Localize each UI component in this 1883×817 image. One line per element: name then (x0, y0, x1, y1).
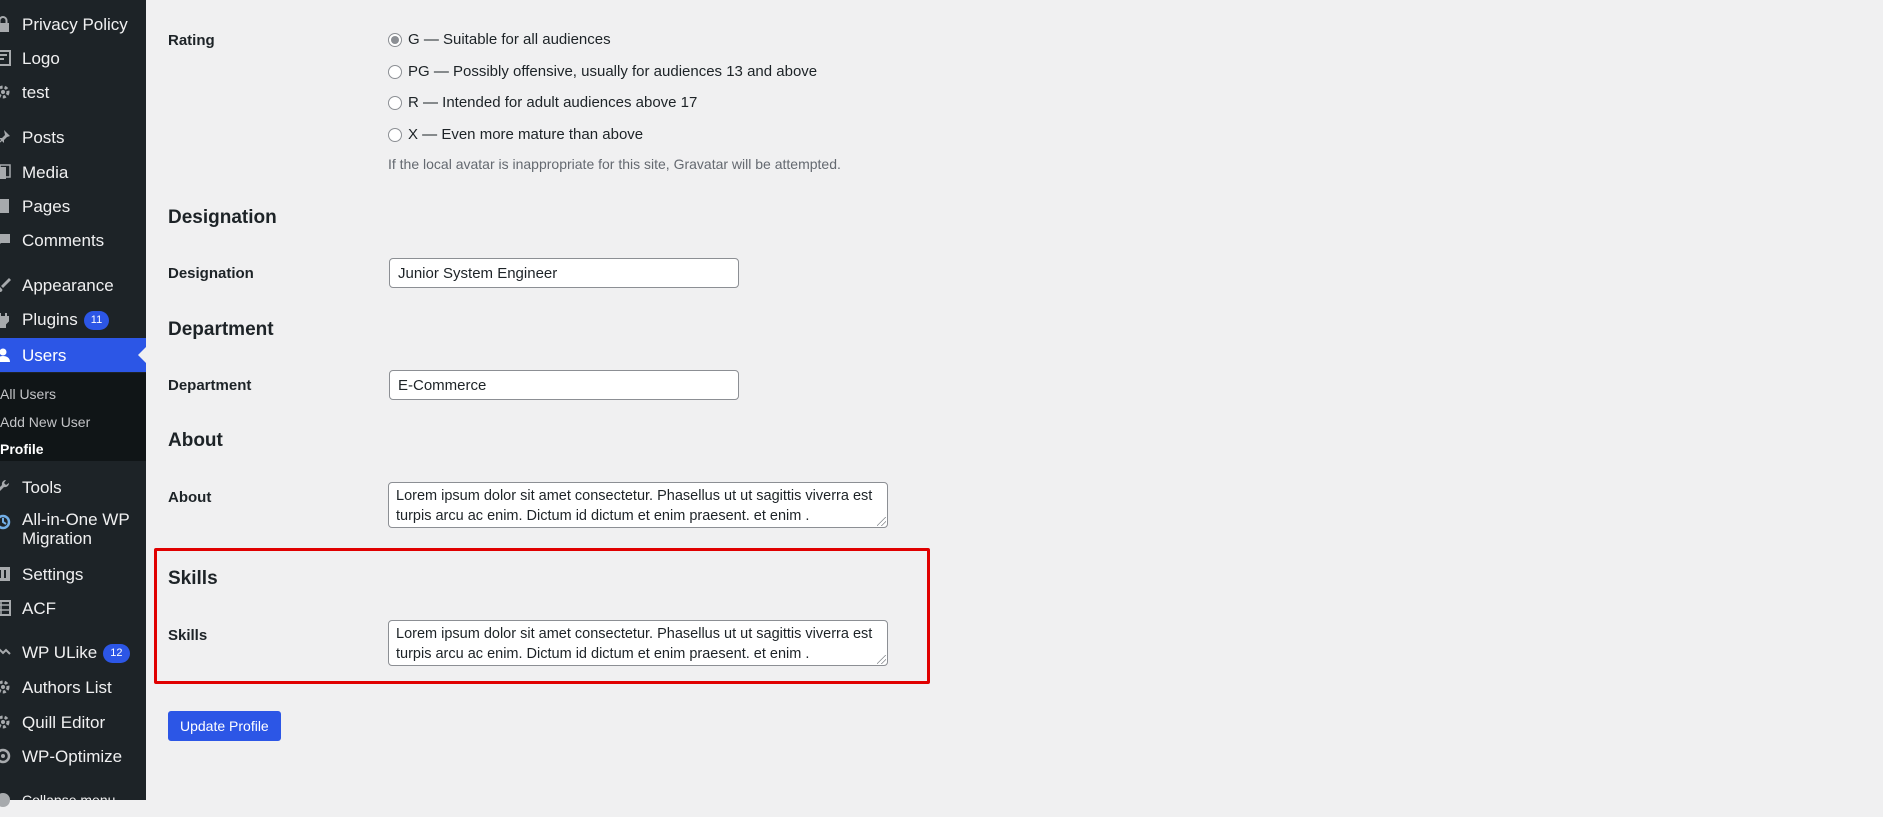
lock-icon (0, 14, 14, 34)
menu-item-comments[interactable]: Comments (0, 223, 146, 257)
plugins-label: Plugins (22, 309, 78, 329)
gear-icon (0, 712, 14, 732)
plugin-icon (0, 310, 14, 330)
radio-button[interactable] (388, 95, 402, 110)
menu-item-wp-optimize[interactable]: WP-Optimize (0, 739, 146, 773)
users-submenu: All Users Add New User Profile (0, 373, 146, 461)
rating-option-label: R — Intended for adult audiences above 1… (408, 94, 698, 111)
brush-icon (0, 275, 14, 295)
rating-description: If the local avatar is inappropriate for… (388, 156, 841, 172)
plugins-update-count-badge: 11 (83, 311, 110, 330)
designation-label: Designation (168, 265, 254, 282)
menu-item-acf[interactable]: ACF (0, 591, 146, 625)
radio-button-checked[interactable] (388, 32, 402, 47)
wp-ulike-count-badge: 12 (103, 644, 130, 663)
about-label: About (168, 489, 212, 506)
rating-option-label: PG — Possibly offensive, usually for aud… (408, 63, 818, 80)
rating-option-pg[interactable]: PG — Possibly offensive, usually for aud… (388, 63, 817, 80)
ulike-icon (0, 643, 14, 663)
collapse-icon (0, 790, 14, 810)
about-textarea[interactable]: Lorem ipsum dolor sit amet consectetur. … (388, 482, 888, 528)
page-icon (0, 196, 14, 216)
media-icon (0, 162, 14, 182)
acf-icon (0, 598, 14, 618)
about-heading: About (168, 430, 223, 451)
submenu-all-users[interactable]: All Users (0, 386, 56, 402)
menu-item-settings[interactable]: Settings (0, 557, 146, 591)
submenu-profile[interactable]: Profile (0, 441, 44, 457)
rating-option-label: G — Suitable for all audiences (408, 31, 611, 48)
update-profile-button[interactable]: Update Profile (168, 711, 281, 741)
admin-sidebar: Privacy Policy Logo test Posts Media Pag… (0, 0, 146, 808)
menu-item-media[interactable]: Media (0, 155, 146, 189)
rating-option-g[interactable]: G — Suitable for all audiences (388, 31, 611, 48)
about-text: Lorem ipsum dolor sit amet consectetur. … (396, 488, 873, 524)
menu-item-posts[interactable]: Posts (0, 120, 146, 154)
resize-handle-icon[interactable] (877, 655, 886, 664)
menu-item-privacy-policy[interactable]: Privacy Policy (0, 7, 146, 41)
rating-option-x[interactable]: X — Even more mature than above (388, 126, 643, 143)
menu-item-users[interactable]: Users (0, 338, 146, 372)
gear-icon (0, 82, 14, 102)
rating-option-r[interactable]: R — Intended for adult audiences above 1… (388, 94, 697, 111)
wp-ulike-label: WP ULike (22, 642, 98, 662)
menu-item-collapse-menu[interactable]: Collapse menu (0, 783, 146, 817)
designation-input[interactable]: Junior System Engineer (389, 258, 739, 288)
skills-heading: Skills (168, 568, 218, 589)
designation-heading: Designation (168, 207, 277, 228)
radio-button[interactable] (388, 64, 402, 79)
menu-item-test[interactable]: test (0, 75, 146, 109)
menu-item-pages[interactable]: Pages (0, 189, 146, 223)
pin-icon (0, 127, 14, 147)
department-input[interactable]: E-Commerce (389, 370, 739, 400)
department-heading: Department (168, 319, 274, 340)
menu-item-plugins[interactable]: Plugins 11 (0, 303, 146, 337)
resize-handle-icon[interactable] (877, 517, 886, 526)
menu-item-all-in-one-wp-migration[interactable]: All-in-One WP Migration (0, 510, 146, 556)
skills-text: Lorem ipsum dolor sit amet consectetur. … (396, 626, 873, 662)
radio-button[interactable] (388, 127, 402, 142)
skills-textarea[interactable]: Lorem ipsum dolor sit amet consectetur. … (388, 620, 888, 666)
menu-item-logo[interactable]: Logo (0, 41, 146, 75)
menu-item-wp-ulike[interactable]: WP ULike 12 (0, 636, 146, 670)
skills-label: Skills (168, 627, 208, 644)
comment-icon (0, 230, 14, 250)
optimize-icon (0, 746, 14, 766)
department-label: Department (168, 377, 252, 394)
profile-form: Rating G — Suitable for all audiences PG… (146, 0, 1883, 800)
form-icon (0, 48, 14, 68)
menu-item-quill-editor[interactable]: Quill Editor (0, 705, 146, 739)
rating-option-label: X — Even more mature than above (408, 126, 644, 143)
submenu-add-new-user[interactable]: Add New User (0, 414, 90, 430)
gear-icon (0, 677, 14, 697)
rating-label: Rating (168, 32, 215, 49)
wrench-icon (0, 477, 14, 497)
user-icon (0, 345, 14, 365)
migration-icon (0, 512, 14, 532)
settings-icon (0, 564, 14, 584)
menu-item-appearance[interactable]: Appearance (0, 268, 146, 302)
menu-item-tools[interactable]: Tools (0, 470, 146, 504)
menu-item-authors-list[interactable]: Authors List (0, 670, 146, 704)
